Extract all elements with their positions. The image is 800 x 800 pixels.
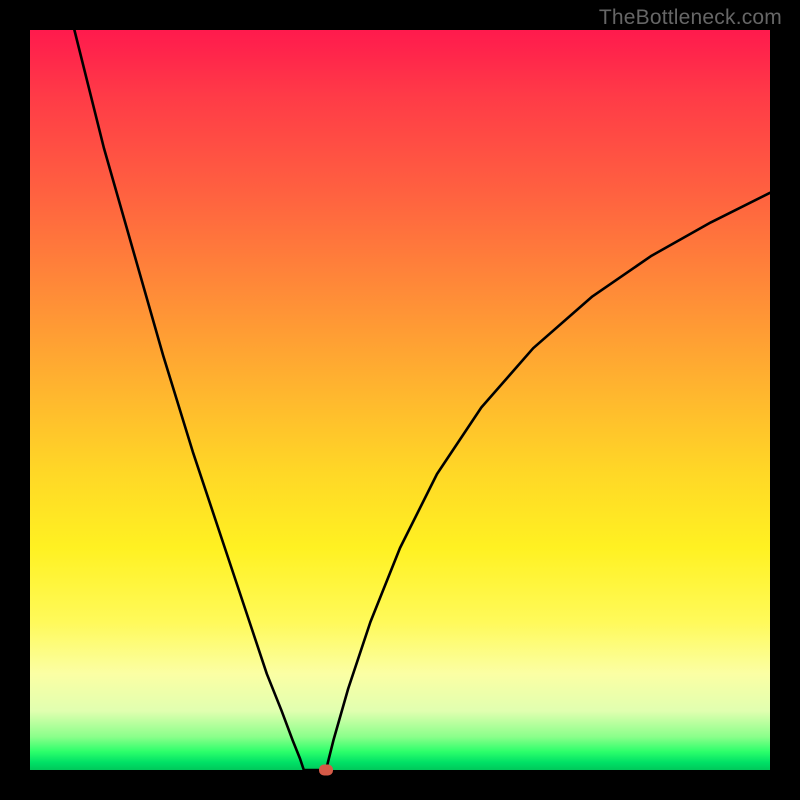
minimum-marker: [319, 765, 333, 776]
bottleneck-curve: [30, 30, 770, 770]
curve-path: [74, 30, 770, 770]
watermark-text: TheBottleneck.com: [599, 6, 782, 30]
outer-frame: TheBottleneck.com: [0, 0, 800, 800]
plot-area: [30, 30, 770, 770]
